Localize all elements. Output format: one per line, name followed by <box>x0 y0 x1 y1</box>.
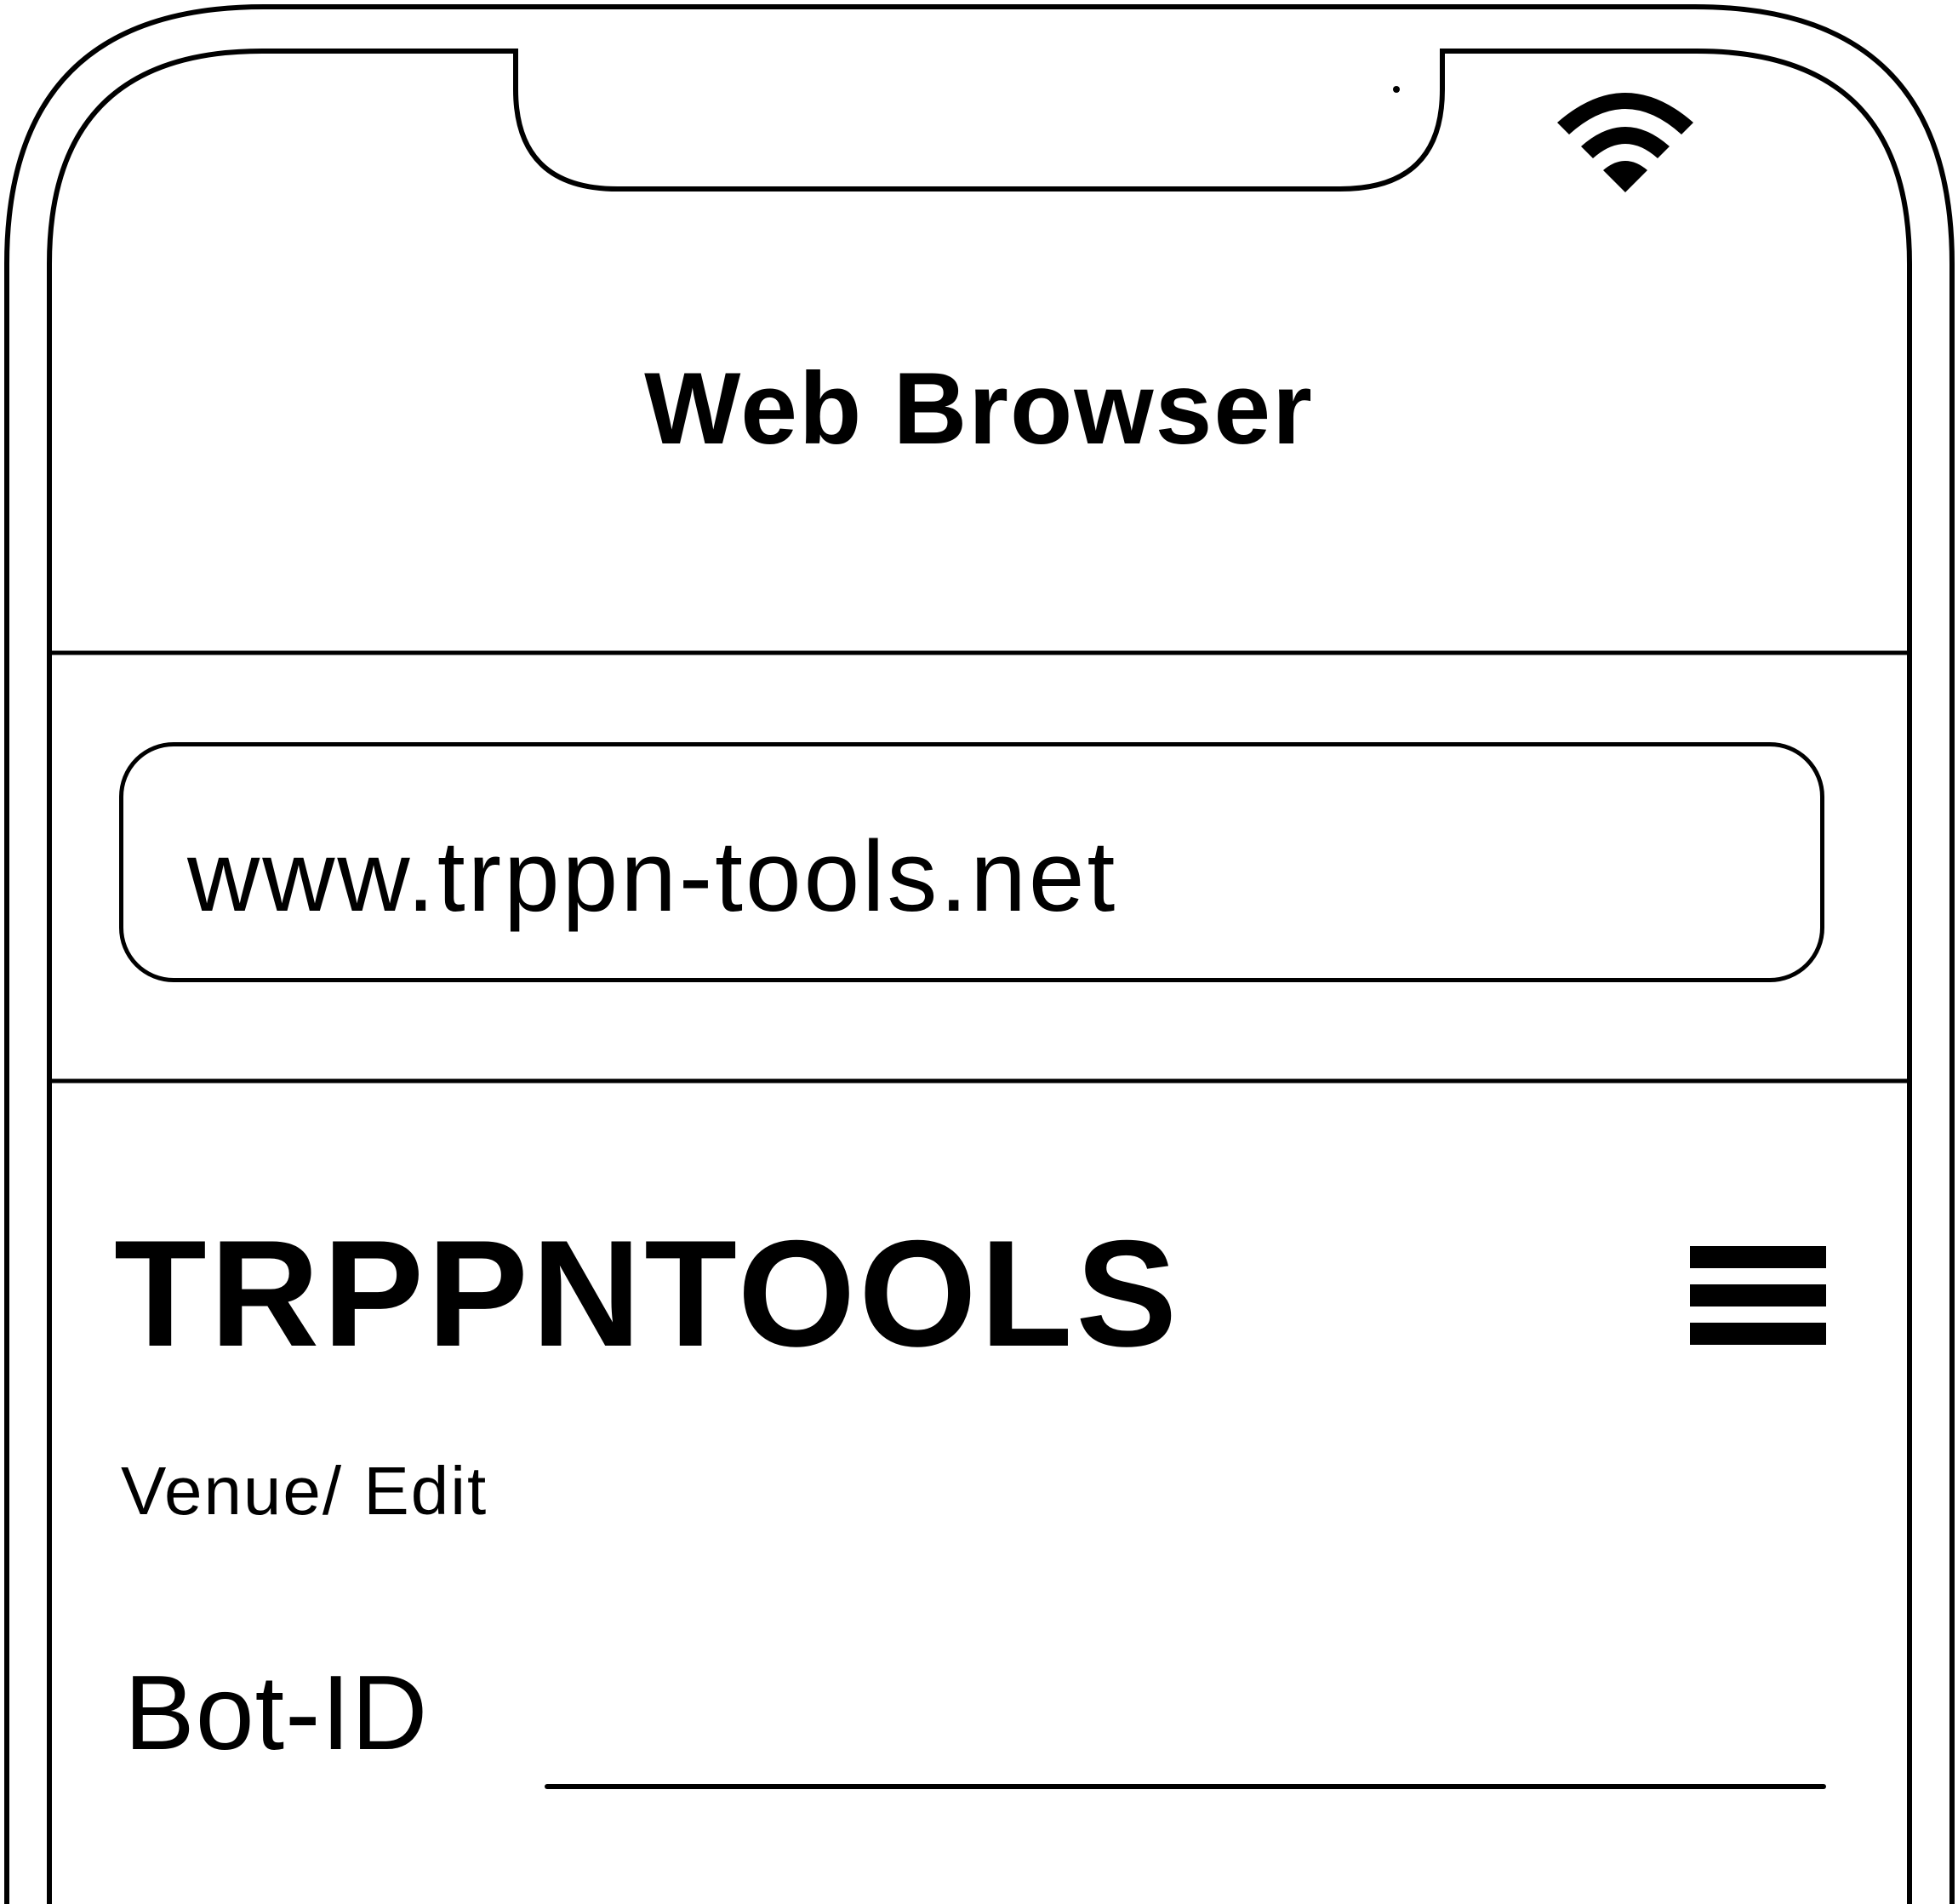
browser-title: Web Browser <box>644 352 1314 466</box>
breadcrumb: Venue/ Edit <box>121 1453 488 1529</box>
url-text[interactable]: www.trppn-tools.net <box>187 817 1117 936</box>
wifi-icon <box>1557 93 1693 192</box>
menu-bar <box>1690 1323 1826 1345</box>
menu-bar <box>1690 1284 1826 1306</box>
site-logo[interactable]: TRPPNTOOLS <box>114 1218 1180 1369</box>
hamburger-menu-icon[interactable] <box>1690 1244 1826 1347</box>
bot-id-label: Bot-ID <box>124 1655 429 1772</box>
bot-id-input[interactable] <box>545 1784 1826 1789</box>
menu-bar <box>1690 1246 1826 1268</box>
camera-dot <box>1393 86 1400 93</box>
